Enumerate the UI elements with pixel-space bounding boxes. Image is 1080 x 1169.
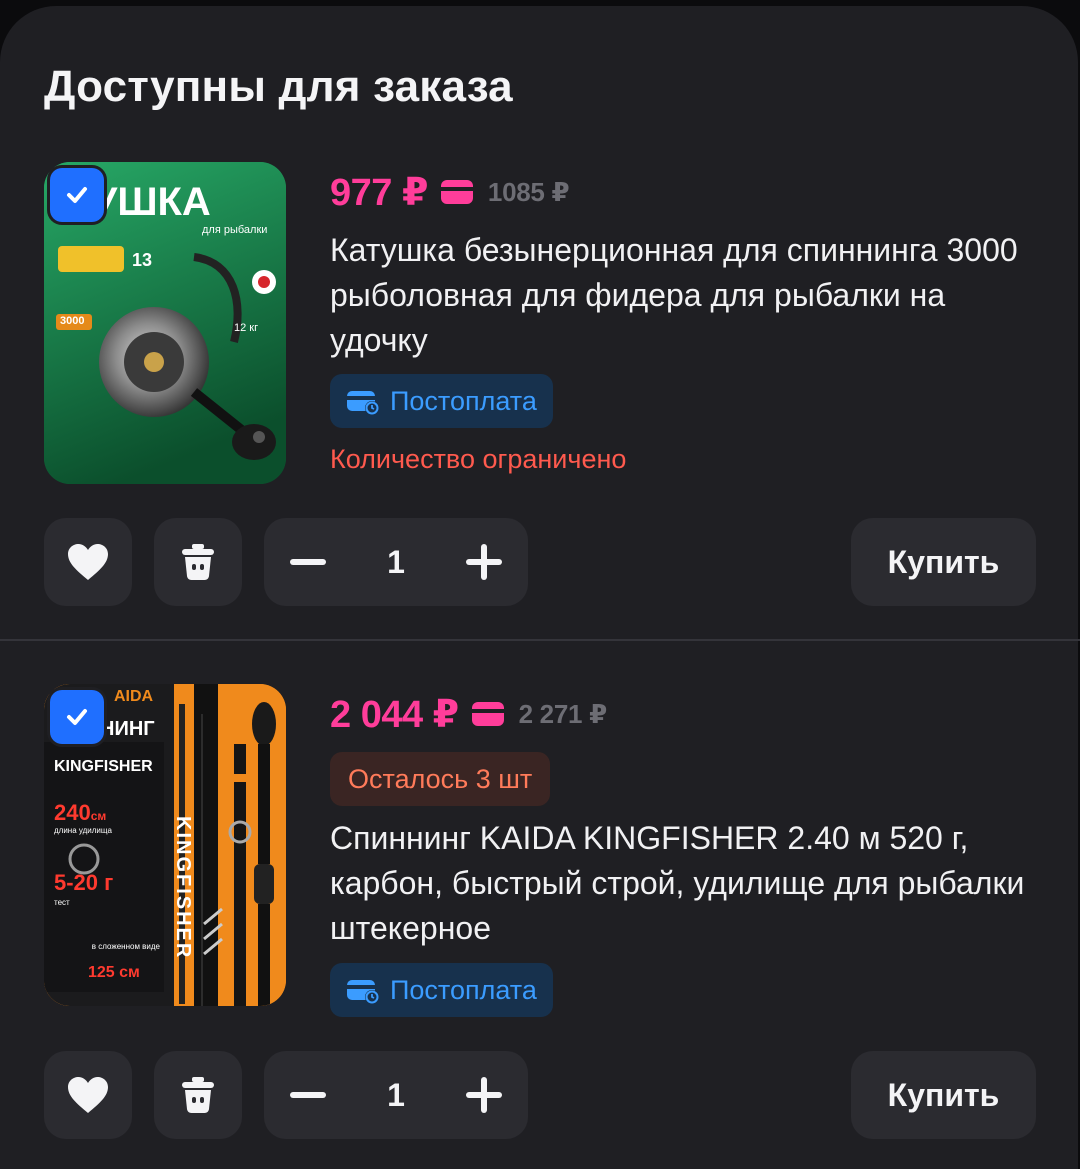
minus-icon[interactable] — [288, 542, 328, 582]
postpay-badge: Постоплата — [330, 374, 553, 428]
postpay-label: Постоплата — [390, 385, 537, 416]
card-icon — [471, 702, 504, 726]
image-length: 240см — [54, 800, 107, 825]
image-model: KINGFISHER — [54, 758, 153, 775]
cart-card: Доступны для заказа ТУШКА для рыбалки 13… — [0, 6, 1080, 1169]
section-title: Доступны для заказа — [44, 62, 513, 111]
heart-icon — [68, 1077, 108, 1113]
trash-icon — [182, 1077, 214, 1113]
image-length-label: длина удилища — [54, 826, 112, 835]
image-folded-label: в сложенном виде — [91, 942, 160, 951]
old-price: 2 271 ₽ — [518, 698, 608, 729]
divider — [0, 639, 1080, 641]
image-gears: 13 — [132, 250, 153, 270]
check-icon — [67, 709, 87, 725]
postpay-badge: Постоплата — [330, 963, 553, 1017]
check-icon — [67, 187, 87, 203]
price-row: 2 044 ₽ 2 271 ₽ — [330, 690, 607, 738]
old-price: 1085 ₽ — [487, 176, 570, 207]
wallet-clock-icon — [347, 391, 379, 415]
quantity-value: 1 — [387, 1076, 405, 1113]
select-checkbox[interactable] — [50, 168, 104, 222]
favorite-button[interactable] — [44, 518, 132, 606]
trash-icon — [182, 544, 214, 580]
quantity-value: 1 — [387, 543, 405, 580]
quantity-stepper[interactable]: 1 — [264, 1051, 528, 1139]
product-title[interactable]: Спиннинг KAIDA KINGFISHER 2.40 м 520 г, … — [330, 816, 1030, 951]
product-title[interactable]: Катушка безынерционная для спиннинга 300… — [330, 228, 1030, 363]
minus-icon[interactable] — [288, 1075, 328, 1115]
image-test-label: тест — [54, 898, 70, 907]
image-rod-text: KINGFISHER — [172, 816, 194, 960]
quantity-stepper[interactable]: 1 — [264, 518, 528, 606]
plus-icon[interactable] — [464, 1075, 504, 1115]
buy-button[interactable]: Купить — [851, 518, 1036, 606]
price: 2 044 ₽ — [330, 693, 459, 736]
image-sub: для рыбалки — [202, 224, 268, 236]
wallet-clock-icon — [347, 980, 379, 1004]
image-weight: 12 кг — [234, 322, 259, 334]
delete-button[interactable] — [154, 518, 242, 606]
price-row: 977 ₽ 1085 ₽ — [330, 168, 570, 216]
postpay-label: Постоплата — [390, 974, 537, 1005]
select-checkbox[interactable] — [50, 690, 104, 744]
heart-icon — [68, 544, 108, 580]
stock-badge: Осталось 3 шт — [330, 752, 551, 806]
image-folded: 125 см — [88, 964, 140, 981]
image-brand: AIDA — [114, 688, 154, 705]
buy-button[interactable]: Купить — [851, 1051, 1036, 1139]
favorite-button[interactable] — [44, 1051, 132, 1139]
price: 977 ₽ — [330, 171, 428, 214]
image-size: 3000 — [60, 315, 85, 327]
card-icon — [440, 180, 473, 204]
delete-button[interactable] — [154, 1051, 242, 1139]
image-kind: НИНГ — [100, 718, 155, 740]
image-test: 5-20 г — [54, 870, 114, 895]
stock-warning: Количество ограничено — [330, 444, 627, 474]
plus-icon[interactable] — [464, 542, 504, 582]
